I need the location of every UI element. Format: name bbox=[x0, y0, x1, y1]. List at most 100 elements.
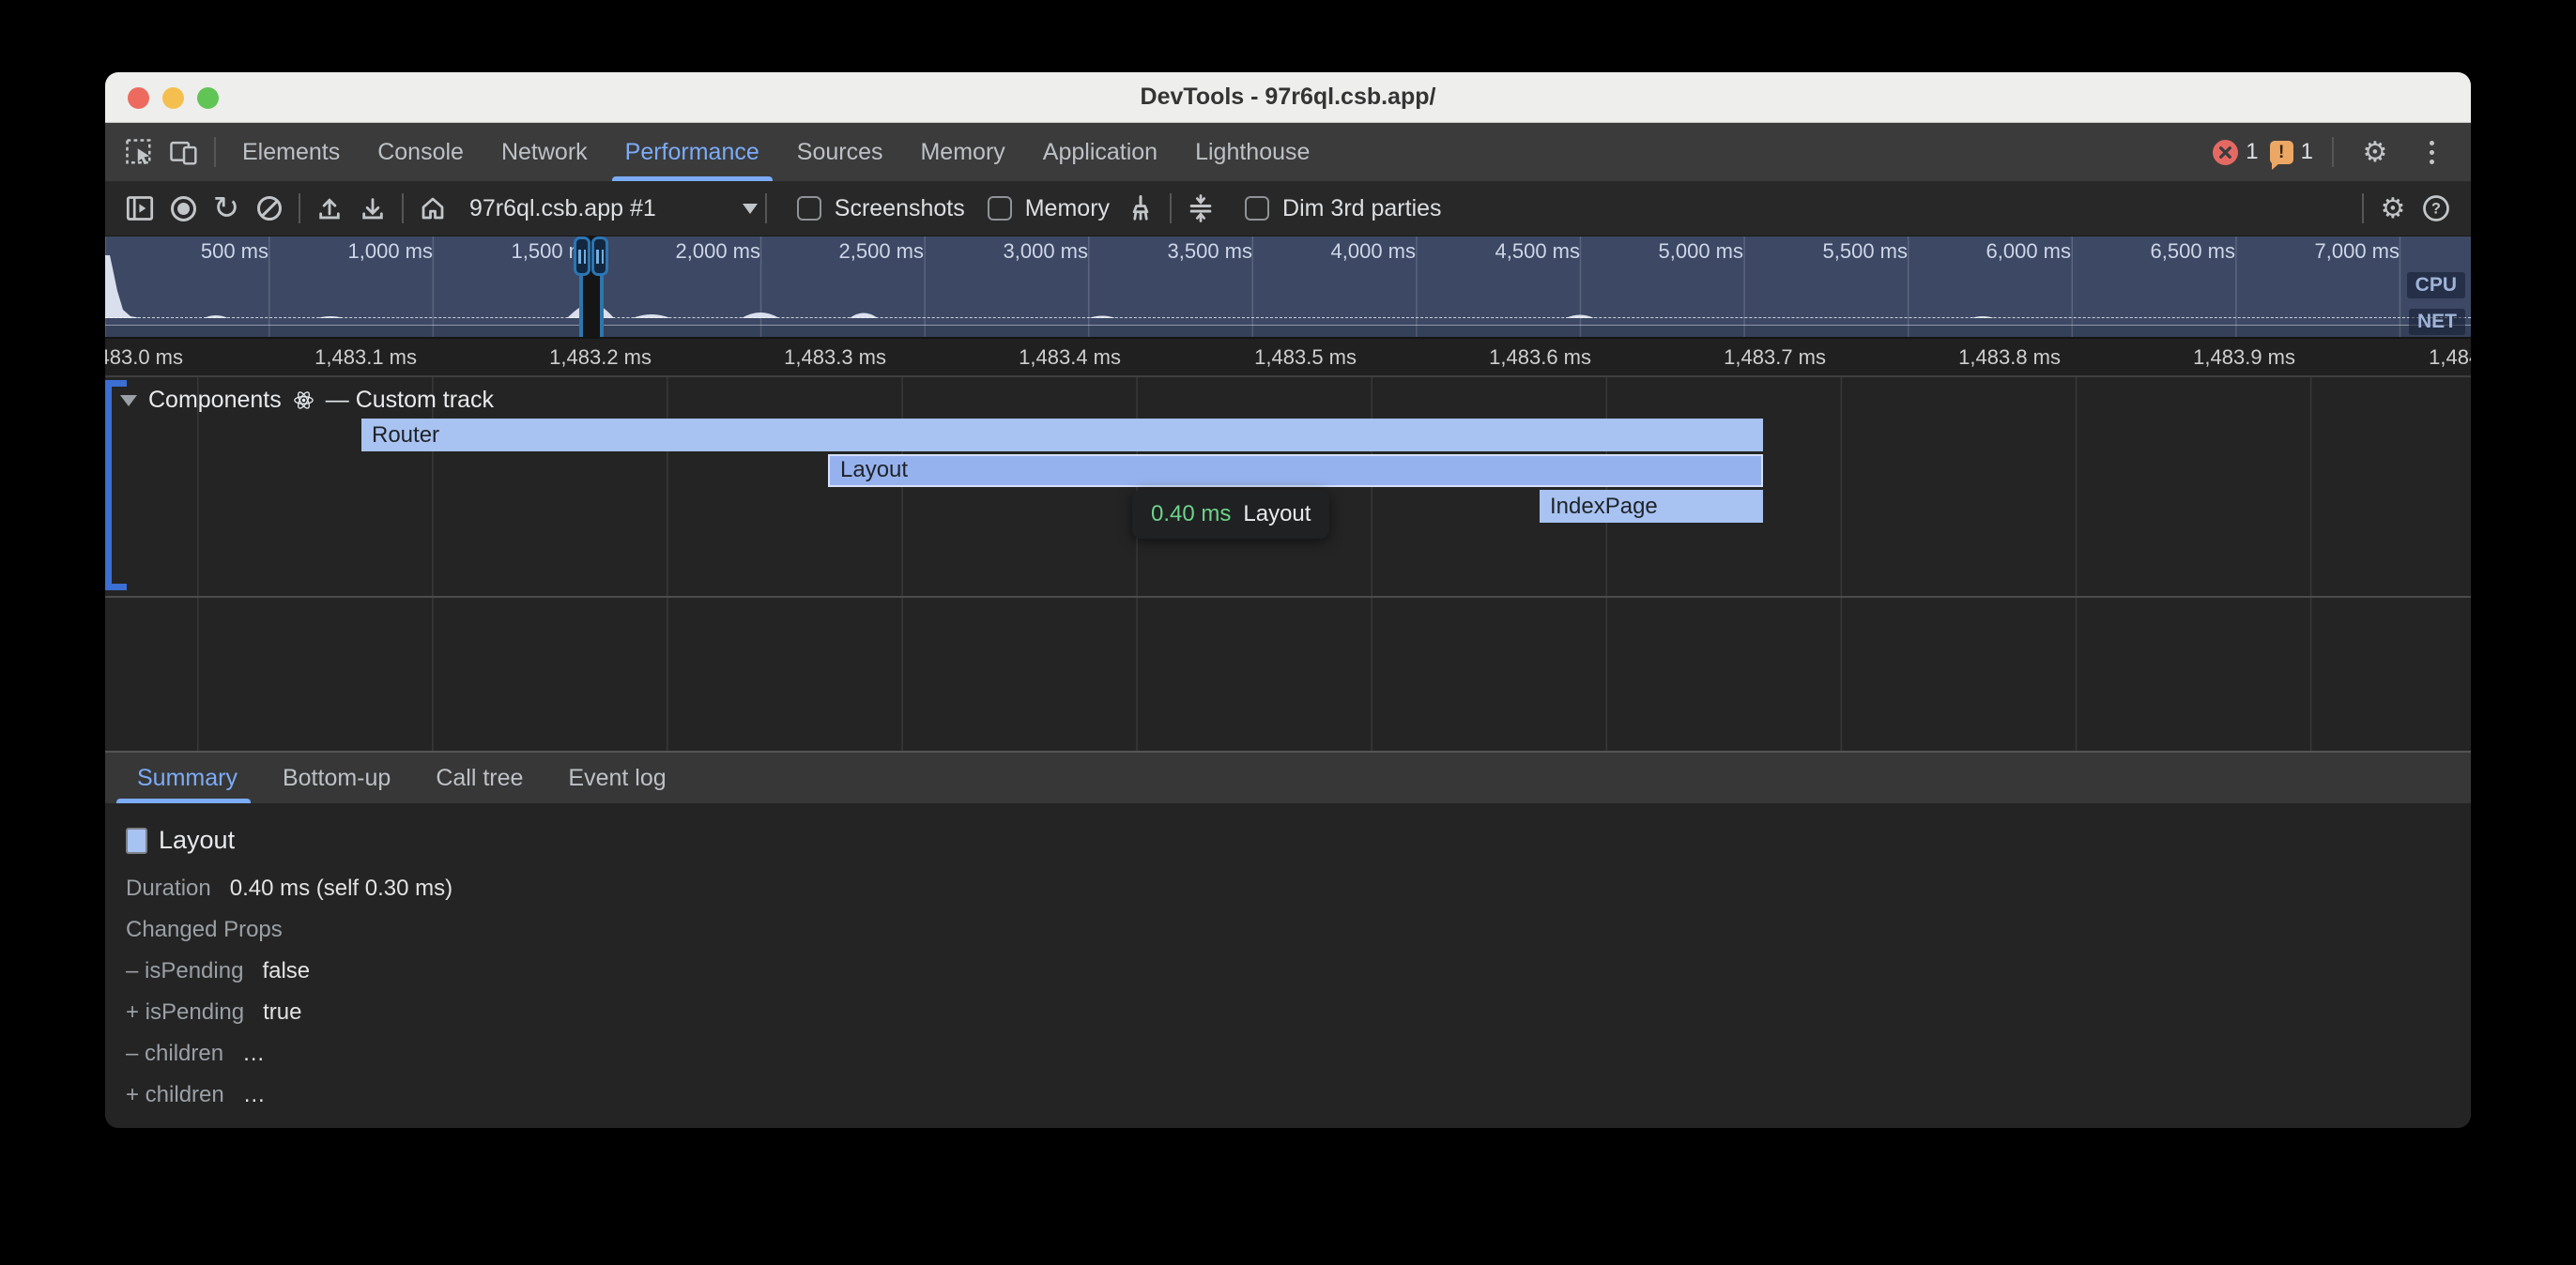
record-and-reload-button[interactable]: ↻ bbox=[205, 187, 248, 230]
tab-bottom-up[interactable]: Bottom-up bbox=[260, 753, 413, 803]
toolbar-separator-3 bbox=[765, 193, 767, 223]
screenshots-checkbox-box bbox=[797, 196, 821, 221]
devtools-settings-button[interactable]: ⚙ bbox=[2353, 136, 2398, 169]
overview-tick: 500 ms bbox=[144, 239, 268, 264]
traffic-lights bbox=[128, 72, 219, 123]
timeline-overview[interactable]: 500 ms 1,000 ms 1,500 ms 2,000 ms 2,500 … bbox=[105, 236, 2471, 339]
tabbar-right-cluster: 1 ! 1 ⚙ bbox=[2213, 123, 2471, 181]
custom-track-header[interactable]: Components — Custom track bbox=[120, 387, 494, 414]
performance-toolbar: ↻ 97r6ql.csb.app #1 bbox=[105, 181, 2471, 236]
selection-right-line bbox=[600, 268, 604, 337]
help-button[interactable]: ? bbox=[2415, 187, 2458, 230]
overview-tick: 3,000 ms bbox=[963, 239, 1088, 264]
collapse-sections-button[interactable] bbox=[1179, 187, 1222, 230]
track-divider bbox=[105, 596, 2471, 598]
summary-row-children-old: – children… bbox=[126, 1041, 2471, 1066]
clear-icon bbox=[257, 196, 282, 221]
network-lane bbox=[105, 325, 2471, 339]
overview-tick: 1,000 ms bbox=[308, 239, 433, 264]
ruler-tick: 1,483.8 ms bbox=[1817, 339, 2061, 375]
save-profile-button[interactable] bbox=[351, 187, 394, 230]
summary-row-label: Duration bbox=[126, 876, 211, 901]
selection-right-handle[interactable] bbox=[591, 236, 608, 276]
ruler-tick: 1,483.6 ms bbox=[1347, 339, 1591, 375]
overview-tick: 2,500 ms bbox=[799, 239, 924, 264]
summary-row-value: false bbox=[262, 958, 310, 983]
event-color-swatch bbox=[126, 828, 147, 854]
gear-icon: ⚙ bbox=[2363, 136, 2388, 169]
tab-event-log[interactable]: Event log bbox=[545, 753, 688, 803]
toolbar-separator-2 bbox=[402, 193, 404, 223]
zoom-window-button[interactable] bbox=[197, 87, 219, 109]
help-icon: ? bbox=[2422, 194, 2450, 222]
tab-console[interactable]: Console bbox=[359, 123, 483, 181]
selection-left-handle[interactable] bbox=[574, 236, 590, 276]
summary-row-duration: Duration0.40 ms (self 0.30 ms) bbox=[126, 876, 2471, 901]
tab-performance[interactable]: Performance bbox=[606, 123, 778, 181]
summary-row-label: – isPending bbox=[126, 958, 243, 983]
toggle-sidebar-button[interactable] bbox=[118, 187, 161, 230]
ruler-tick: 1,483.5 ms bbox=[1112, 339, 1357, 375]
memory-label: Memory bbox=[1025, 195, 1110, 222]
flame-bar-router[interactable]: Router bbox=[361, 419, 1763, 451]
track-title: Components bbox=[148, 387, 282, 414]
tab-summary[interactable]: Summary bbox=[115, 753, 260, 803]
flame-bar-layout[interactable]: Layout bbox=[828, 454, 1763, 487]
collect-garbage-button[interactable] bbox=[1119, 187, 1162, 230]
selection-left-line bbox=[579, 268, 583, 337]
clear-recording-button[interactable] bbox=[248, 187, 291, 230]
svg-text:?: ? bbox=[2431, 201, 2441, 218]
summary-pane: Layout Duration0.40 ms (self 0.30 ms) Ch… bbox=[105, 803, 2471, 1128]
summary-event-title: Layout bbox=[159, 826, 235, 855]
summary-row-children-new: + children… bbox=[126, 1082, 2471, 1107]
dim-3rd-parties-checkbox-box bbox=[1245, 196, 1269, 221]
summary-row-value[interactable]: … bbox=[242, 1041, 265, 1066]
ruler-tick: 1,484.0 ms bbox=[2287, 339, 2471, 375]
tab-memory[interactable]: Memory bbox=[901, 123, 1023, 181]
issue-count: 1 bbox=[2301, 139, 2313, 165]
collapse-triangle-icon bbox=[120, 395, 137, 406]
ruler-tick: 1,483.2 ms bbox=[407, 339, 652, 375]
issue-exclamation: ! bbox=[2278, 144, 2284, 161]
inspect-element-button[interactable] bbox=[116, 123, 161, 181]
summary-row-value[interactable]: … bbox=[243, 1082, 266, 1107]
download-icon bbox=[360, 195, 386, 221]
tab-network[interactable]: Network bbox=[483, 123, 606, 181]
reload-icon: ↻ bbox=[213, 190, 240, 227]
error-badge[interactable]: 1 bbox=[2213, 139, 2258, 165]
tab-lighthouse[interactable]: Lighthouse bbox=[1176, 123, 1328, 181]
tab-elements[interactable]: Elements bbox=[223, 123, 359, 181]
tab-sources[interactable]: Sources bbox=[778, 123, 902, 181]
tooltip-label: Layout bbox=[1243, 501, 1311, 527]
target-selector[interactable]: 97r6ql.csb.app #1 bbox=[469, 195, 758, 222]
sidebar-panel-icon bbox=[126, 195, 154, 221]
devtools-window: DevTools - 97r6ql.csb.app/ Elements Cons… bbox=[105, 72, 2471, 1128]
minimize-window-button[interactable] bbox=[162, 87, 184, 109]
load-profile-button[interactable] bbox=[308, 187, 351, 230]
capture-settings-button[interactable]: ⚙ bbox=[2371, 187, 2415, 230]
close-window-button[interactable] bbox=[128, 87, 149, 109]
tab-application[interactable]: Application bbox=[1024, 123, 1176, 181]
screenshots-checkbox[interactable]: Screenshots bbox=[797, 195, 965, 222]
flamechart-viewport[interactable]: Components — Custom track Router Layout … bbox=[105, 375, 2471, 751]
summary-row-changed-props: Changed Props bbox=[126, 917, 2471, 942]
issues-badge[interactable]: ! 1 bbox=[2270, 139, 2313, 165]
memory-checkbox[interactable]: Memory bbox=[988, 195, 1110, 222]
overview-tick: 5,000 ms bbox=[1618, 239, 1743, 264]
overview-tick: 7,000 ms bbox=[2275, 239, 2400, 264]
garbage-collect-broom-icon bbox=[1127, 194, 1155, 222]
devtools-menu-button[interactable] bbox=[2409, 141, 2454, 164]
home-icon bbox=[419, 194, 447, 222]
error-count: 1 bbox=[2246, 139, 2258, 165]
live-metrics-button[interactable] bbox=[411, 187, 454, 230]
summary-row-ispending-new: + isPendingtrue bbox=[126, 999, 2471, 1025]
record-button[interactable] bbox=[161, 187, 205, 230]
dim-3rd-parties-checkbox[interactable]: Dim 3rd parties bbox=[1245, 195, 1442, 222]
target-selector-label: 97r6ql.csb.app #1 bbox=[469, 195, 656, 222]
tab-call-tree[interactable]: Call tree bbox=[413, 753, 545, 803]
window-titlebar[interactable]: DevTools - 97r6ql.csb.app/ bbox=[105, 72, 2471, 123]
flame-bar-indexpage[interactable]: IndexPage bbox=[1540, 490, 1763, 523]
device-toolbar-button[interactable] bbox=[161, 123, 207, 181]
flamechart-tooltip: 0.40 ms Layout bbox=[1132, 490, 1329, 539]
react-atom-icon bbox=[293, 389, 314, 411]
